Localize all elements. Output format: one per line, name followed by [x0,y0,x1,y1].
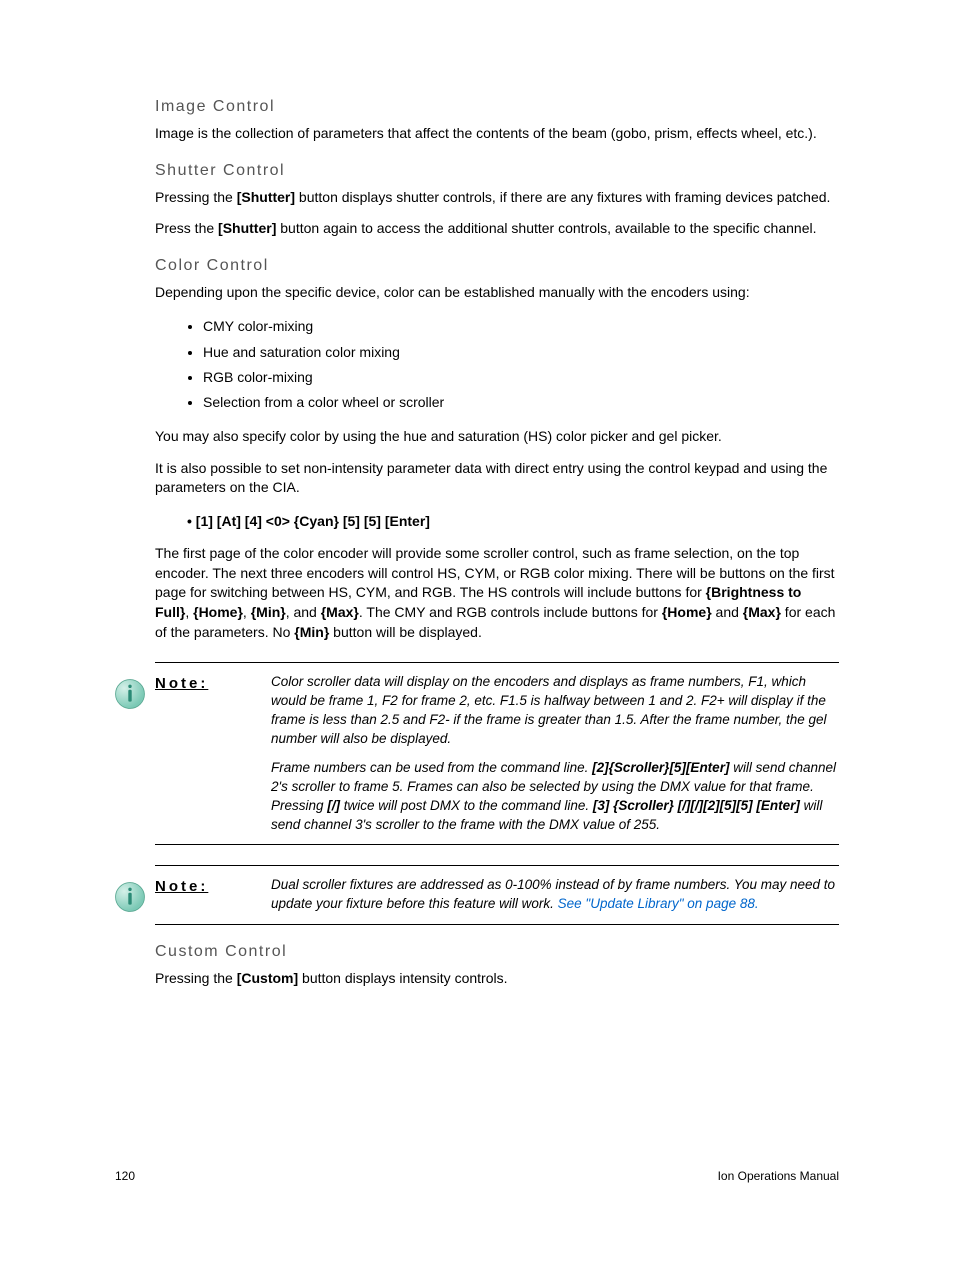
note-para: Frame numbers can be used from the comma… [271,759,839,835]
heading-shutter-control: Shutter Control [155,162,839,180]
page-number: 120 [115,1169,135,1183]
softkey: {Max} [743,604,781,620]
key-seq: [/] [327,798,340,813]
softkey: {Min} [294,624,329,640]
content: Image Control Image is the collection of… [155,98,839,989]
softkey: {Home} [662,604,712,620]
list-item: RGB color-mixing [203,365,839,390]
note-text: Color scroller data will display on the … [271,673,839,834]
note-row: Note: Dual scroller fixtures are address… [105,866,839,924]
softkey: {Home} [193,604,243,620]
text: button displays shutter controls, if the… [295,189,830,205]
note-label: Note: [155,876,271,895]
info-icon [113,880,147,914]
key-shutter: [Shutter] [218,220,276,236]
text: button displays intensity controls. [298,970,507,986]
list-item: Selection from a color wheel or scroller [203,390,839,415]
note-icon-col [105,673,155,711]
text: , and [286,604,321,620]
text: , [185,604,193,620]
footer: 120 Ion Operations Manual [115,1169,839,1183]
key-shutter: [Shutter] [237,189,295,205]
heading-custom-control: Custom Control [155,943,839,961]
softkey: {Min} [251,604,286,620]
command-list: [1] [At] [4] <0> {Cyan} [5] [5] [Enter] [155,510,839,532]
para-color-2: You may also specify color by using the … [155,427,839,447]
note-para: Dual scroller fixtures are addressed as … [271,876,839,914]
manual-title: Ion Operations Manual [718,1169,839,1183]
para-color-3: It is also possible to set non-intensity… [155,459,839,498]
text: and [712,604,743,620]
note-text: Dual scroller fixtures are addressed as … [271,876,839,914]
text: Press the [155,220,218,236]
note-block-1: Note: Color scroller data will display o… [105,662,839,845]
softkey: {Max} [321,604,359,620]
text: button will be displayed. [329,624,482,640]
heading-image-control: Image Control [155,98,839,116]
text: button again to access the additional sh… [276,220,816,236]
key-seq: [2]{Scroller}[5][Enter] [592,760,729,775]
para-shutter-2: Press the [Shutter] button again to acce… [155,219,839,239]
text: , [243,604,251,620]
text: Pressing the [155,970,237,986]
key-custom: [Custom] [237,970,298,986]
note-block-2: Note: Dual scroller fixtures are address… [105,865,839,925]
para-color-4: The first page of the color encoder will… [155,544,839,642]
para-image: Image is the collection of parameters th… [155,124,839,144]
heading-color-control: Color Control [155,257,839,275]
note-para: Color scroller data will display on the … [271,673,839,749]
link-update-library[interactable]: See "Update Library" on page 88. [558,896,759,911]
para-shutter-1: Pressing the [Shutter] button displays s… [155,188,839,208]
command-item: [1] [At] [4] <0> {Cyan} [5] [5] [Enter] [187,510,839,532]
para-color-intro: Depending upon the specific device, colo… [155,283,839,303]
color-list: CMY color-mixing Hue and saturation colo… [155,314,839,415]
text: . The CMY and RGB controls include butto… [359,604,662,620]
note-row: Note: Color scroller data will display o… [105,663,839,844]
text: twice will post DMX to the command line. [340,798,593,813]
text: Frame numbers can be used from the comma… [271,760,592,775]
info-icon [113,677,147,711]
para-custom: Pressing the [Custom] button displays in… [155,969,839,989]
divider [155,924,839,925]
list-item: CMY color-mixing [203,314,839,339]
page: Image Control Image is the collection of… [0,0,954,1243]
text: Pressing the [155,189,237,205]
note-icon-col [105,876,155,914]
key-seq: [3] {Scroller} [/][/][2][5][5] [Enter] [593,798,800,813]
note-label: Note: [155,673,271,692]
list-item: Hue and saturation color mixing [203,340,839,365]
divider [155,844,839,845]
